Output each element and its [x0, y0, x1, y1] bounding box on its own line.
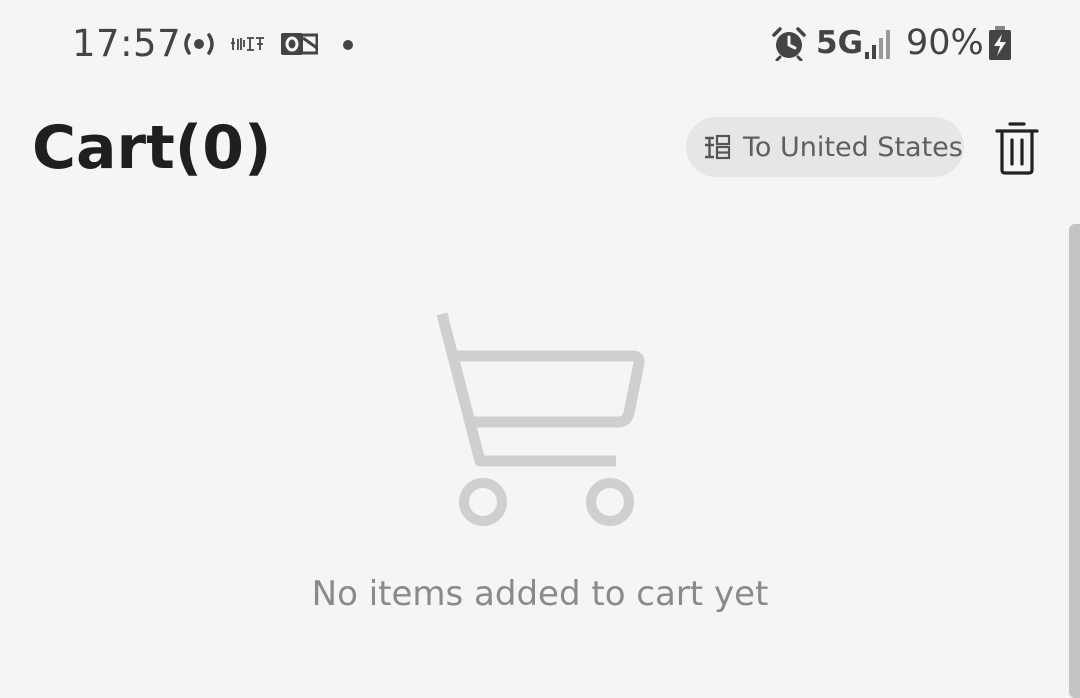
status-time: 17:57 — [72, 22, 182, 65]
alarm-icon — [772, 27, 806, 61]
outlook-icon — [281, 33, 318, 55]
network-type: 5G — [816, 25, 864, 61]
page-title: Cart(0) — [32, 113, 272, 183]
shopping-cart-icon — [436, 312, 645, 526]
signal-bars-icon — [865, 30, 890, 59]
status-bar: 17:57 5G 90% — [0, 0, 1080, 90]
radio-broadcast-icon — [184, 33, 214, 55]
trash-icon — [995, 122, 1039, 175]
scrollbar[interactable] — [1069, 224, 1080, 698]
battery-charging-icon — [989, 26, 1011, 60]
notification-dot-icon — [343, 40, 353, 50]
battery-percentage: 90% — [906, 23, 984, 63]
delete-cart-button[interactable] — [990, 118, 1044, 178]
ship-to-selector[interactable]: To United States — [686, 117, 964, 177]
ship-to-region-icon — [703, 133, 731, 161]
xiaohongshu-app-icon — [231, 37, 264, 51]
empty-cart-message: No items added to cart yet — [311, 574, 769, 614]
ship-to-label: To United States — [743, 131, 963, 163]
